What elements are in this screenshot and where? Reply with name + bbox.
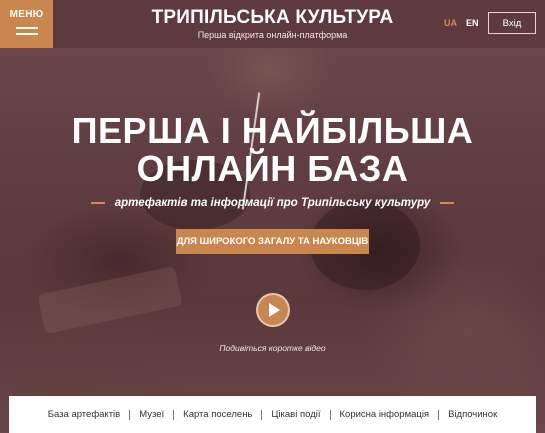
lang-ua-link[interactable]: UA	[444, 18, 457, 28]
video-caption[interactable]: Подивіться коротке відео	[0, 343, 545, 353]
hero-tagline-row: артефактів та інформації про Трипільську…	[0, 197, 545, 209]
nav-item-museums[interactable]: Музеї	[130, 409, 173, 420]
hero-tagline: артефактів та інформації про Трипільську…	[114, 197, 431, 209]
hero-title-line1: ПЕРША І НАЙБІЛЬША	[71, 110, 474, 151]
lang-en-link[interactable]: EN	[466, 18, 479, 28]
nav-item-useful-info[interactable]: Корисна інформація	[331, 409, 439, 420]
pottery-shard-shape	[37, 265, 183, 335]
decorative-dash	[90, 202, 105, 204]
play-icon	[269, 303, 280, 317]
site-subtitle: Перша відкрита онлайн-платформа	[197, 30, 348, 40]
bottom-nav: База артефактів Музеї Карта поселень Цік…	[9, 396, 536, 433]
decorative-dash	[440, 202, 455, 204]
site-header: МЕНЮ ТРИПІЛЬСЬКА КУЛЬТУРА Перша відкрита…	[0, 0, 545, 48]
nav-item-events[interactable]: Цікаві події	[262, 409, 329, 420]
play-video-button[interactable]	[256, 293, 290, 327]
site-title[interactable]: ТРИПІЛЬСЬКА КУЛЬТУРА	[0, 7, 545, 29]
login-button[interactable]: Вхід	[488, 12, 536, 34]
nav-item-artifacts[interactable]: База артефактів	[39, 409, 129, 420]
cta-button[interactable]: ДЛЯ ШИРОКОГО ЗАГАЛУ ТА НАУКОВЦІВ	[176, 229, 369, 254]
hero-title-line2: ОНЛАЙН БАЗА	[136, 148, 409, 189]
nav-item-leisure[interactable]: Відпочинок	[439, 409, 506, 420]
nav-item-settlements-map[interactable]: Карта поселень	[174, 409, 261, 420]
hero-title: ПЕРША І НАЙБІЛЬША ОНЛАЙН БАЗА	[0, 112, 545, 188]
hero-background	[0, 0, 545, 433]
